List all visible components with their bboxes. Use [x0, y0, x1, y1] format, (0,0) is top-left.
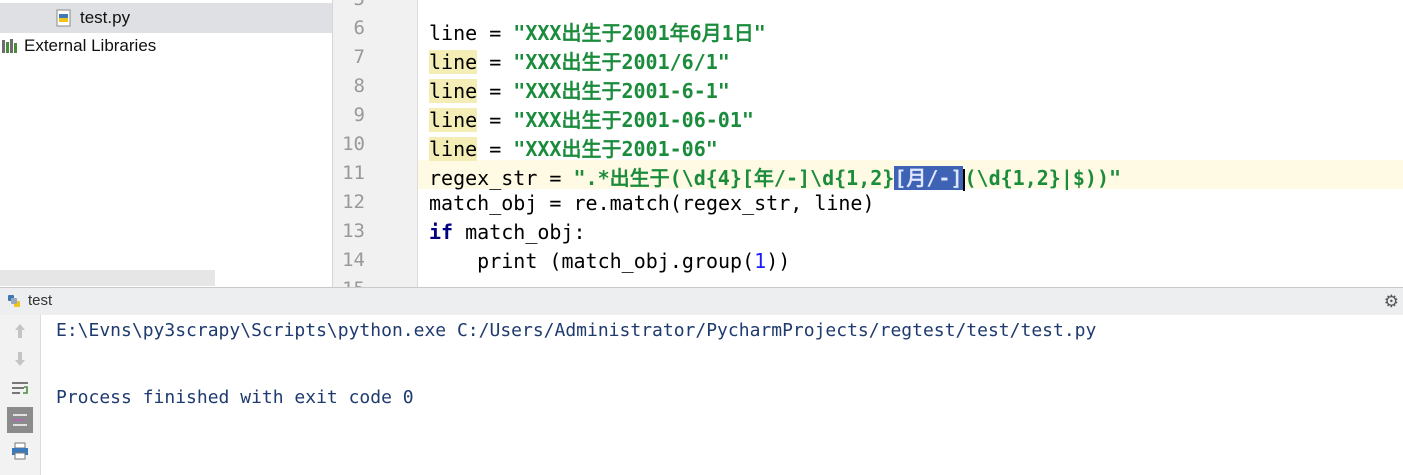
project-panel: test.py External Libraries	[0, 0, 333, 287]
number-literal: 1	[754, 249, 767, 273]
tree-item-label: test.py	[80, 8, 131, 27]
identifier: line	[429, 50, 478, 74]
line-number: 5	[354, 0, 365, 10]
string-literal: "XXX出生于2001/6/1"	[513, 50, 730, 74]
keyword: if	[429, 220, 454, 244]
line-number: 11	[342, 162, 365, 184]
operator: =	[537, 166, 574, 190]
code-line-10[interactable]: line = "XXX出生于2001-06"	[429, 133, 718, 162]
soft-wrap-icon[interactable]	[8, 377, 32, 401]
code-text: match_obj:	[453, 220, 586, 244]
operator: =	[477, 21, 514, 45]
code-line-12[interactable]: match_obj = re.match(regex_str, line)	[429, 191, 875, 215]
string-literal: ".*出生于(\d{4}[年/-]\d{1,2}	[573, 166, 895, 190]
scroll-down-arrow-icon[interactable]	[8, 347, 32, 371]
code-text: ))	[766, 249, 791, 273]
code-text: (match_obj.group(	[537, 249, 755, 273]
line-number: 12	[342, 191, 365, 213]
operator: =	[477, 137, 514, 161]
string-literal: "XXX出生于2001年6月1日"	[513, 21, 766, 45]
gear-icon[interactable]: ⚙	[1384, 292, 1399, 312]
horizontal-scrollbar[interactable]	[0, 270, 215, 286]
identifier: line	[429, 79, 478, 103]
line-number: 13	[342, 220, 365, 242]
line-number-gutter: 5 6 7 8 9 10 11 12 13 14 15	[333, 0, 418, 300]
builtin-function: print	[477, 249, 538, 273]
line-number: 6	[353, 17, 365, 39]
code-text: match_obj = re.match(regex_str, line)	[429, 191, 875, 215]
operator: =	[477, 79, 514, 103]
line-number: 14	[342, 249, 365, 271]
python-file-icon	[54, 9, 74, 27]
python-run-icon	[6, 293, 22, 313]
run-toolbar	[0, 315, 41, 475]
library-icon	[0, 38, 20, 54]
line-number: 9	[353, 104, 365, 126]
tree-item-label: External Libraries	[24, 36, 157, 55]
code-line-14[interactable]: print (match_obj.group(1))	[429, 249, 790, 273]
console-output[interactable]: E:\Evns\py3scrapy\Scripts\python.exe C:/…	[41, 315, 1403, 475]
string-literal: "XXX出生于2001-06-01"	[513, 108, 754, 132]
print-icon[interactable]	[8, 439, 32, 463]
identifier: regex_str	[429, 166, 538, 190]
line-number: 8	[353, 75, 365, 97]
tree-item-test-py[interactable]: test.py	[0, 3, 332, 33]
string-literal: "XXX出生于2001-6-1"	[513, 79, 730, 103]
scroll-up-arrow-icon[interactable]	[8, 319, 32, 343]
tree-item-external-libraries[interactable]: External Libraries	[0, 36, 156, 56]
code-line-11[interactable]: regex_str = ".*出生于(\d{4}[年/-]\d{1,2}[月/-…	[429, 162, 1121, 191]
code-line-7[interactable]: line = "XXX出生于2001/6/1"	[429, 46, 730, 75]
identifier: line	[429, 108, 478, 132]
code-line-9[interactable]: line = "XXX出生于2001-06-01"	[429, 104, 754, 133]
code-line-8[interactable]: line = "XXX出生于2001-6-1"	[429, 75, 730, 104]
operator: =	[477, 50, 514, 74]
console-exit-message: Process finished with exit code 0	[56, 387, 414, 408]
text-selection: [月/-]	[894, 166, 963, 190]
run-tab-label[interactable]: test	[28, 292, 52, 309]
identifier: line	[429, 137, 478, 161]
line-number: 10	[342, 133, 365, 155]
string-literal: (\d{1,2}|$))"	[964, 166, 1122, 190]
run-tool-header: test ⚙	[0, 287, 1403, 316]
code-editor[interactable]: line = "XXX出生于2001年6月1日" line = "XXX出生于2…	[418, 0, 1403, 287]
identifier: line	[429, 21, 478, 45]
line-number: 7	[353, 46, 365, 68]
scroll-to-end-icon[interactable]	[7, 407, 33, 433]
console-command-line: E:\Evns\py3scrapy\Scripts\python.exe C:/…	[56, 320, 1097, 341]
string-literal: "XXX出生于2001-06"	[513, 137, 718, 161]
code-line-6[interactable]: line = "XXX出生于2001年6月1日"	[429, 17, 766, 46]
code-line-13[interactable]: if match_obj:	[429, 220, 586, 244]
operator: =	[477, 108, 514, 132]
